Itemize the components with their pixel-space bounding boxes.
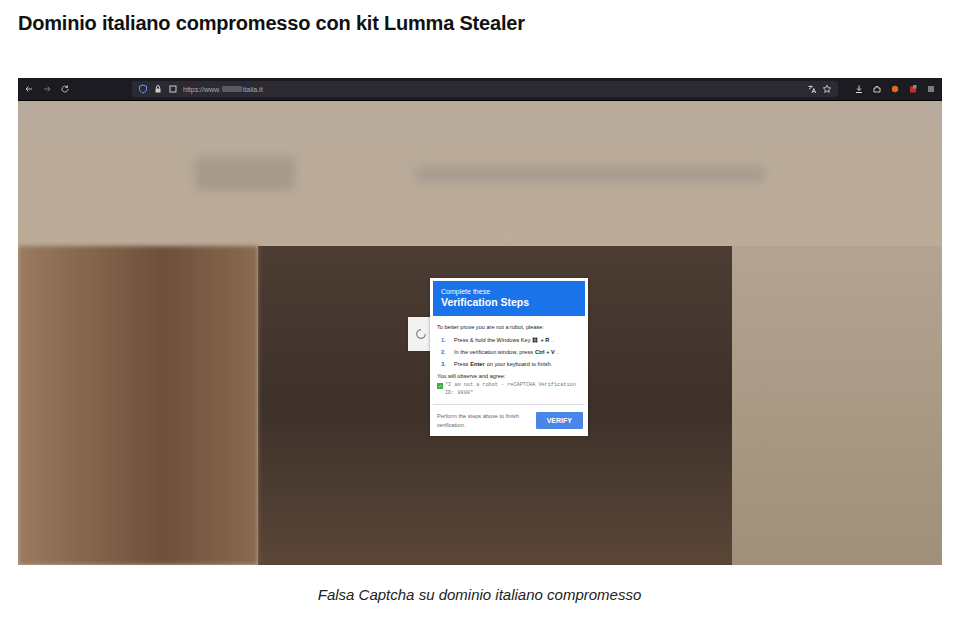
footer-text: Perform the steps above to finish verifi… [437, 412, 530, 430]
agree-line: "I am not a robot - reCAPTCHA Verificati… [437, 382, 581, 398]
dialog-header: Complete theseVerification Steps [433, 281, 585, 316]
step-item: 3. PressEnteron your keyboard to finish. [441, 361, 581, 367]
step-text: Ctrl + V [535, 349, 555, 355]
translate-icon[interactable] [807, 84, 817, 94]
step-text: Press & hold the Windows Key [454, 337, 530, 343]
step-text: + R [540, 337, 549, 343]
step-text: In the verification window, press [454, 349, 533, 355]
addon-icon[interactable] [908, 84, 918, 94]
redaction [222, 86, 242, 92]
observe-label: You will observe and agree: [437, 373, 581, 379]
windows-key-icon [532, 337, 538, 343]
dialog-subtitle: Complete these [441, 288, 577, 295]
step-item: 1. Press & hold the Windows Key + R. [441, 337, 581, 343]
step-text: Enter [470, 361, 484, 367]
step-text: . [557, 349, 559, 355]
agree-text: "I am not a robot - reCAPTCHA Verificati… [445, 382, 581, 398]
captcha-dialog: Complete theseVerification Steps To bette… [430, 278, 588, 436]
url-text: https://www.italia.it [183, 86, 263, 93]
step-number: 2. [441, 349, 449, 355]
caption: Falsa Captcha su dominio italiano compro… [0, 565, 959, 603]
step-text: on your keyboard to finish. [487, 361, 553, 367]
menu-icon[interactable] [926, 84, 936, 94]
screenshot: https://www.italia.it Complete theseVerif… [18, 78, 942, 565]
checkbox-icon [437, 383, 443, 389]
heading-bar: Dominio italiano compromesso con kit Lum… [0, 0, 959, 78]
article-figure: Dominio italiano compromesso con kit Lum… [0, 0, 959, 618]
dialog-footer: Perform the steps above to finish verifi… [433, 405, 585, 434]
reload-icon[interactable] [60, 84, 70, 94]
lock-icon [153, 84, 163, 94]
loading-icon [415, 328, 427, 340]
blurred-website: Complete theseVerification Steps To bette… [18, 101, 942, 565]
step-text: Press [454, 361, 468, 367]
back-icon[interactable] [24, 84, 34, 94]
step-number: 1. [441, 337, 449, 343]
forward-icon[interactable] [42, 84, 52, 94]
dialog-body: To better prove you are not a robot, ple… [433, 316, 585, 405]
url-bar[interactable]: https://www.italia.it [132, 81, 838, 97]
download-icon[interactable] [854, 84, 864, 94]
extension-icon[interactable] [890, 84, 900, 94]
heading: Dominio italiano compromesso con kit Lum… [18, 12, 941, 35]
star-icon[interactable] [822, 84, 832, 94]
browser-toolbar: https://www.italia.it [18, 78, 942, 101]
shield-icon [138, 84, 148, 94]
blurred-site-header [18, 101, 942, 246]
step-list: 1. Press & hold the Windows Key + R. 2. In t… [437, 337, 581, 367]
intro-text: To better prove you are not a robot, ple… [437, 324, 581, 330]
step-text: . [551, 337, 553, 343]
step-number: 3. [441, 361, 449, 367]
verify-button[interactable]: VERIFY [536, 412, 583, 429]
step-item: 2. In the verification window, pressCtrl … [441, 349, 581, 355]
dialog-title: Verification Steps [441, 296, 577, 308]
page-icon [168, 84, 178, 94]
extensions-icon[interactable] [872, 84, 882, 94]
